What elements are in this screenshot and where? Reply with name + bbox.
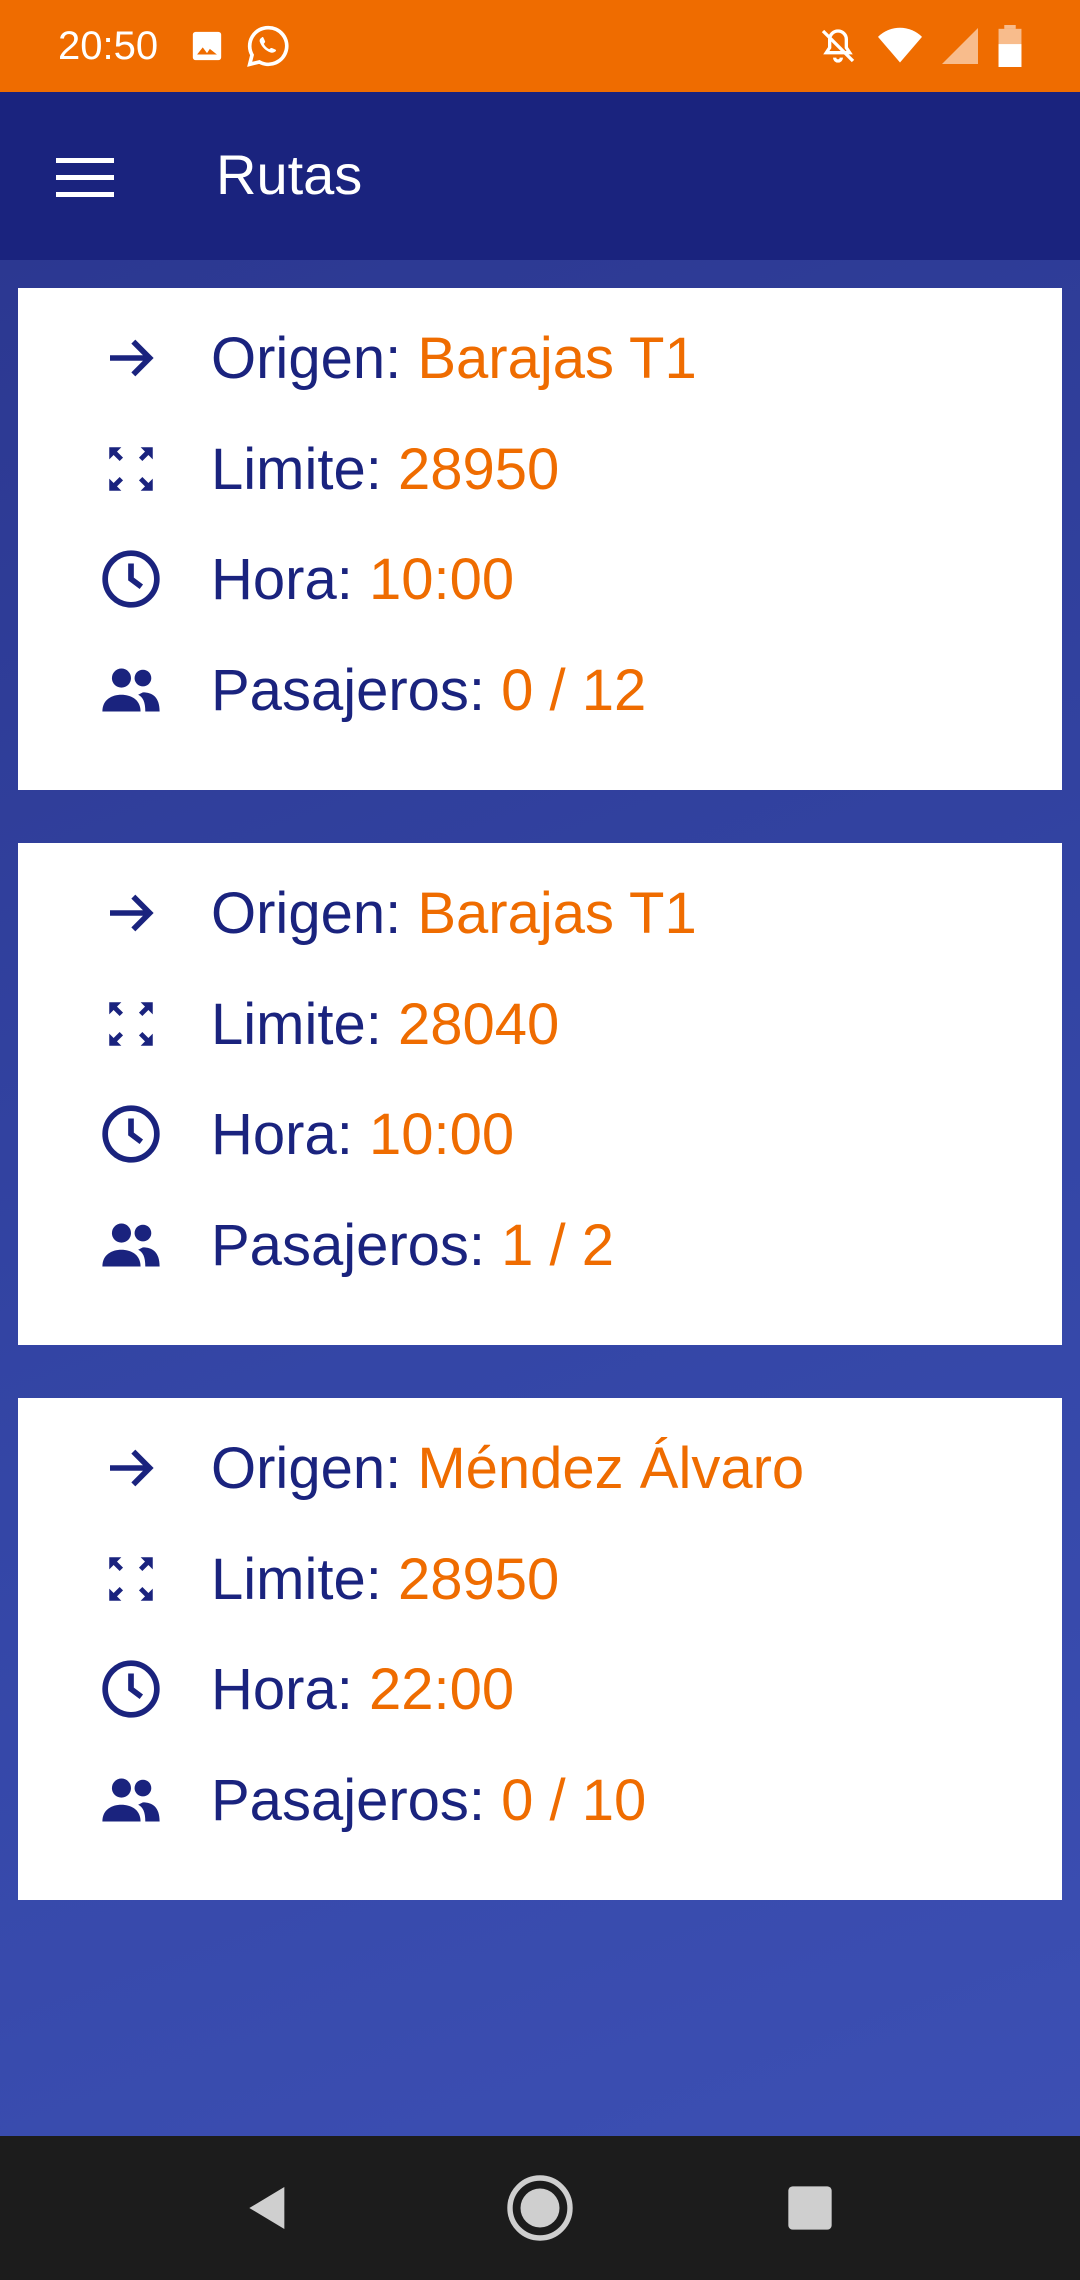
navigation-bar <box>0 2136 1080 2280</box>
passengers-row: Pasajeros: 1 / 2 <box>18 1205 1062 1285</box>
limit-row: Limite: 28040 <box>18 984 1062 1064</box>
time-row: Hora: 10:00 <box>18 1094 1062 1174</box>
passengers-value: 0 / 10 <box>501 1767 647 1833</box>
time-label: Hora: <box>211 546 353 612</box>
passengers-value: 0 / 12 <box>501 657 647 723</box>
arrow-forward-icon <box>96 878 166 948</box>
passengers-label: Pasajeros: <box>211 657 486 723</box>
limit-label: Limite: <box>211 991 382 1057</box>
expand-icon <box>96 1544 166 1614</box>
signal-icon <box>942 28 978 64</box>
page-title: Rutas <box>216 143 363 206</box>
status-time: 20:50 <box>58 23 159 68</box>
expand-icon <box>96 989 166 1059</box>
time-label: Hora: <box>211 1656 353 1722</box>
time-row: Hora: 22:00 <box>18 1649 1062 1729</box>
passengers-label: Pasajeros: <box>211 1212 486 1278</box>
route-card[interactable]: Origen: Barajas T1 Limite: 28950 Hora: 1… <box>18 288 1062 790</box>
origin-label: Origen: <box>211 1435 402 1501</box>
origin-value: Méndez Álvaro <box>417 1435 805 1501</box>
time-label: Hora: <box>211 1101 353 1167</box>
menu-icon[interactable] <box>56 158 114 198</box>
status-bar: 20:50 <box>0 0 1080 92</box>
whatsapp-icon <box>247 25 289 67</box>
origin-value: Barajas T1 <box>417 880 697 946</box>
clock-icon <box>96 1099 166 1169</box>
arrow-forward-icon <box>96 1433 166 1503</box>
time-value: 22:00 <box>368 1656 515 1722</box>
limit-row: Limite: 28950 <box>18 429 1062 509</box>
app-bar: Rutas <box>0 92 1080 260</box>
origin-value: Barajas T1 <box>417 325 697 391</box>
people-icon <box>96 1210 166 1280</box>
limit-value: 28950 <box>397 1546 560 1612</box>
wifi-icon <box>878 27 922 63</box>
origin-label: Origen: <box>211 325 402 391</box>
limit-row: Limite: 28950 <box>18 1539 1062 1619</box>
limit-label: Limite: <box>211 1546 382 1612</box>
limit-value: 28950 <box>397 436 560 502</box>
route-list[interactable]: Origen: Barajas T1 Limite: 28950 Hora: 1… <box>0 260 1080 2136</box>
origin-label: Origen: <box>211 880 402 946</box>
expand-icon <box>96 434 166 504</box>
origin-row: Origen: Méndez Álvaro <box>18 1428 1062 1508</box>
clock-icon <box>96 544 166 614</box>
limit-label: Limite: <box>211 436 382 502</box>
notifications-off-icon <box>821 29 855 63</box>
limit-value: 28040 <box>397 991 560 1057</box>
route-card[interactable]: Origen: Méndez Álvaro Limite: 28950 Hora… <box>18 1398 1062 1900</box>
back-icon[interactable] <box>228 2168 308 2248</box>
origin-row: Origen: Barajas T1 <box>18 873 1062 953</box>
home-icon[interactable] <box>500 2168 580 2248</box>
origin-row: Origen: Barajas T1 <box>18 318 1062 398</box>
route-card[interactable]: Origen: Barajas T1 Limite: 28040 Hora: 1… <box>18 843 1062 1345</box>
people-icon <box>96 1765 166 1835</box>
clock-icon <box>96 1654 166 1724</box>
passengers-label: Pasajeros: <box>211 1767 486 1833</box>
people-icon <box>96 655 166 725</box>
time-value: 10:00 <box>368 1101 515 1167</box>
time-value: 10:00 <box>368 546 515 612</box>
image-icon <box>192 31 222 61</box>
time-row: Hora: 10:00 <box>18 539 1062 619</box>
passengers-row: Pasajeros: 0 / 12 <box>18 650 1062 730</box>
passengers-value: 1 / 2 <box>501 1212 615 1278</box>
arrow-forward-icon <box>96 323 166 393</box>
battery-icon <box>998 25 1022 67</box>
passengers-row: Pasajeros: 0 / 10 <box>18 1760 1062 1840</box>
recents-icon[interactable] <box>770 2168 850 2248</box>
